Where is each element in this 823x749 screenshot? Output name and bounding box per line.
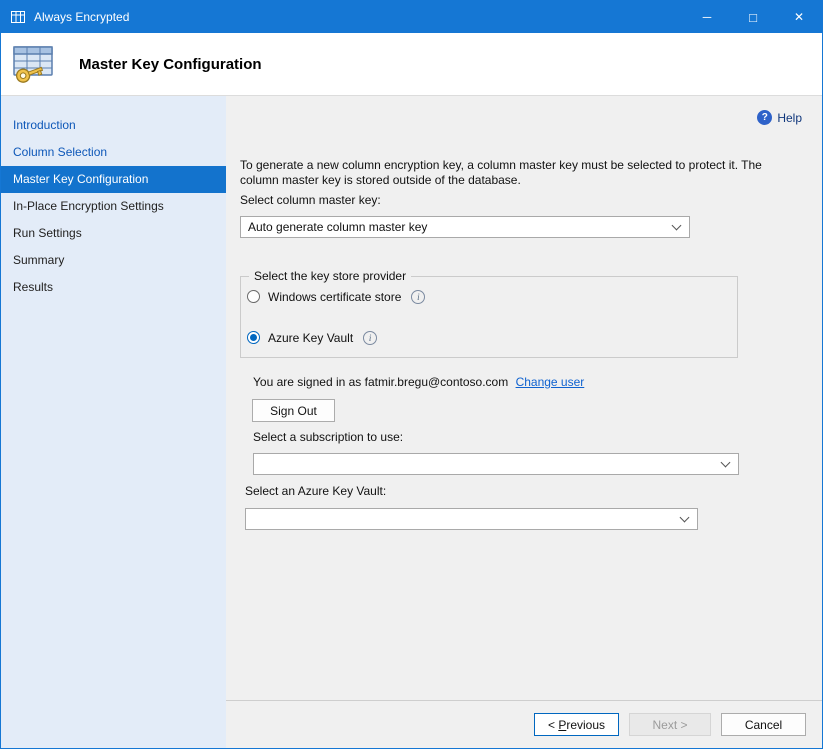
window-controls: ─ □ ✕ (684, 1, 822, 33)
table-key-icon (11, 41, 59, 87)
titlebar[interactable]: Always Encrypted ─ □ ✕ (1, 1, 822, 33)
vault-dropdown[interactable] (245, 508, 698, 530)
minimize-icon[interactable]: ─ (684, 1, 730, 33)
always-encrypted-window: Always Encrypted ─ □ ✕ (0, 0, 823, 749)
radio-unselected-icon[interactable] (247, 290, 260, 303)
radio-windows-certificate-store[interactable]: Windows certificate store i (247, 289, 737, 304)
wizard-header: Master Key Configuration (1, 33, 822, 96)
wizard-steps-sidebar: Introduction Column Selection Master Key… (1, 96, 226, 748)
app-icon (10, 9, 26, 25)
next-button: Next > (629, 713, 711, 736)
maximize-icon[interactable]: □ (730, 1, 776, 33)
cancel-button[interactable]: Cancel (721, 713, 806, 736)
info-icon[interactable]: i (363, 331, 377, 345)
sidebar-item-summary: Summary (1, 247, 226, 274)
signed-in-row: You are signed in as fatmir.bregu@contos… (253, 375, 822, 389)
help-icon: ? (757, 110, 772, 125)
sidebar-item-master-key-configuration[interactable]: Master Key Configuration (1, 166, 226, 193)
window-title: Always Encrypted (34, 10, 129, 24)
radio-azure-key-vault[interactable]: Azure Key Vault i (247, 330, 737, 345)
chevron-down-icon (680, 513, 690, 523)
sign-out-button[interactable]: Sign Out (252, 399, 335, 422)
radio-windows-cert-label: Windows certificate store (268, 290, 401, 304)
master-key-selected-value: Auto generate column master key (248, 220, 427, 234)
sidebar-item-introduction[interactable]: Introduction (1, 112, 226, 139)
sidebar-item-column-selection[interactable]: Column Selection (1, 139, 226, 166)
sidebar-item-run-settings: Run Settings (1, 220, 226, 247)
subscription-dropdown[interactable] (253, 453, 739, 475)
master-key-configuration-page: ? Help To generate a new column encrypti… (226, 96, 822, 700)
master-key-label: Select column master key: (240, 193, 822, 207)
wizard-footer: < Previous Next > Cancel (226, 700, 822, 748)
intro-text: To generate a new column encryption key,… (240, 158, 788, 188)
radio-azure-key-vault-label: Azure Key Vault (268, 331, 353, 345)
subscription-label: Select a subscription to use: (253, 430, 822, 444)
keystore-provider-groupbox: Select the key store provider Windows ce… (240, 276, 738, 358)
help-link[interactable]: ? Help (757, 110, 802, 125)
page-title: Master Key Configuration (79, 56, 262, 73)
info-icon[interactable]: i (411, 290, 425, 304)
close-icon[interactable]: ✕ (776, 1, 822, 33)
sidebar-item-results: Results (1, 274, 226, 301)
change-user-link[interactable]: Change user (516, 375, 585, 389)
previous-button[interactable]: < Previous (534, 713, 619, 736)
vault-label: Select an Azure Key Vault: (245, 484, 822, 498)
help-label: Help (777, 111, 802, 125)
chevron-down-icon (721, 458, 731, 468)
sidebar-item-in-place-encryption-settings: In-Place Encryption Settings (1, 193, 226, 220)
keystore-group-title: Select the key store provider (249, 269, 411, 283)
signed-in-text: You are signed in as fatmir.bregu@contos… (253, 375, 508, 389)
radio-selected-icon[interactable] (247, 331, 260, 344)
chevron-down-icon (672, 221, 682, 231)
master-key-dropdown[interactable]: Auto generate column master key (240, 216, 690, 238)
